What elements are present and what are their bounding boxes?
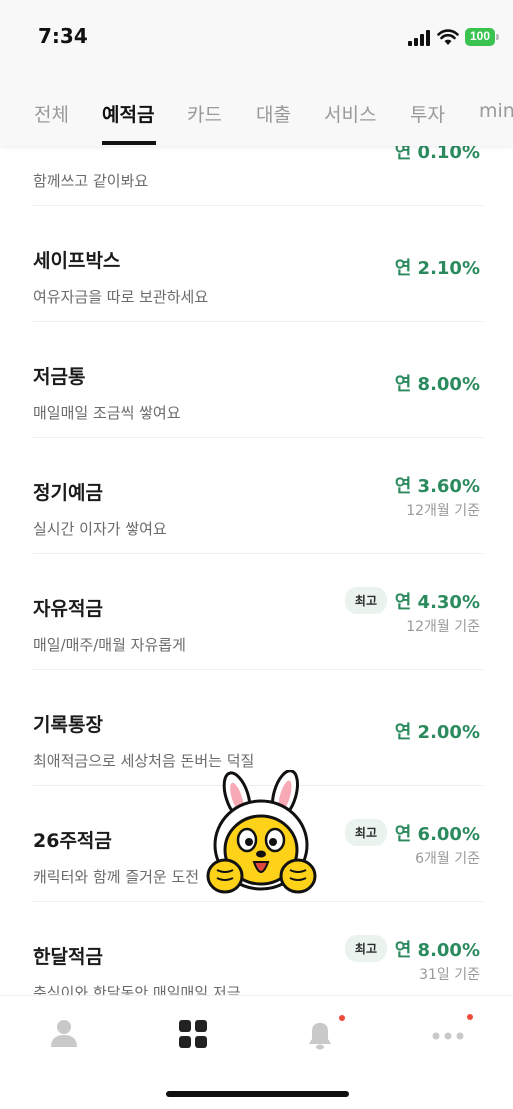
product-desc: 캐릭터와 함께 즐거운 도전 bbox=[33, 868, 200, 886]
status-time: 7:34 bbox=[38, 24, 88, 48]
product-rate-basis: 31일 기준 bbox=[419, 967, 480, 983]
product-rate: 연 6.00% bbox=[394, 824, 480, 845]
active-tab-indicator bbox=[102, 141, 156, 145]
product-desc: 여유자금을 따로 보관하세요 bbox=[33, 288, 209, 306]
category-tabs: 전체 예적금 카드 대출 서비스 투자 mini bbox=[0, 78, 513, 146]
battery-level: 100 bbox=[469, 29, 491, 43]
notification-dot bbox=[467, 1014, 473, 1020]
product-title: 한달적금 bbox=[33, 946, 103, 968]
status-bar: 7:34 100 bbox=[0, 0, 513, 78]
list-item[interactable]: 한달적금 춘식이와 한달동안 매일매일 저금 최고 연 8.00% 31일 기준 bbox=[33, 902, 483, 995]
product-title: 26주적금 bbox=[33, 830, 112, 852]
product-title: 세이프박스 bbox=[33, 250, 121, 272]
product-rate: 연 3.60% bbox=[394, 476, 480, 497]
product-desc: 춘식이와 한달동안 매일매일 저금 bbox=[33, 984, 241, 995]
product-rate: 연 2.00% bbox=[394, 722, 480, 743]
tab-card[interactable]: 카드 bbox=[187, 100, 222, 127]
product-rate-basis: 6개월 기준 bbox=[415, 851, 480, 867]
product-rate-basis: 12개월 기준 bbox=[406, 503, 480, 519]
list-item[interactable]: 세이프박스 여유자금을 따로 보관하세요 연 2.10% bbox=[33, 206, 483, 322]
product-rate: 연 2.10% bbox=[394, 258, 480, 279]
product-title: 저금통 bbox=[33, 366, 86, 388]
notification-dot bbox=[339, 1015, 345, 1021]
bell-icon[interactable] bbox=[300, 1014, 340, 1054]
grid-icon[interactable] bbox=[173, 1014, 213, 1054]
best-rate-badge: 최고 bbox=[344, 935, 387, 962]
tab-all[interactable]: 전체 bbox=[34, 100, 69, 127]
bottom-navigation bbox=[0, 995, 513, 1109]
product-title: 자유적금 bbox=[33, 598, 103, 620]
list-item[interactable]: 자유적금 매일/매주/매월 자유롭게 최고 연 4.30% 12개월 기준 bbox=[33, 554, 483, 670]
wifi-icon bbox=[437, 29, 459, 45]
cellular-signal-icon bbox=[408, 30, 430, 46]
product-title: 정기예금 bbox=[33, 482, 103, 504]
character-illustration[interactable] bbox=[205, 770, 320, 905]
tab-service[interactable]: 서비스 bbox=[324, 100, 376, 127]
product-rate: 연 8.00% bbox=[394, 940, 480, 961]
product-desc: 매일/매주/매월 자유롭게 bbox=[33, 636, 186, 654]
best-rate-badge: 최고 bbox=[344, 819, 387, 846]
product-rate-basis: 12개월 기준 bbox=[406, 619, 480, 635]
list-item[interactable]: 함께쓰고 같이봐요 연 0.10% bbox=[33, 146, 483, 206]
list-item[interactable]: 기록통장 최애적금으로 세상처음 돈버는 덕질 연 2.00% bbox=[33, 670, 483, 786]
best-rate-badge: 최고 bbox=[344, 587, 387, 614]
more-icon[interactable] bbox=[428, 1014, 468, 1054]
tab-savings[interactable]: 예적금 bbox=[102, 100, 154, 127]
product-desc: 함께쓰고 같이봐요 bbox=[33, 172, 149, 190]
tab-loan[interactable]: 대출 bbox=[256, 100, 291, 127]
tab-invest[interactable]: 투자 bbox=[410, 100, 445, 127]
product-rate: 연 8.00% bbox=[394, 374, 480, 395]
product-desc: 매일매일 조금씩 쌓여요 bbox=[33, 404, 181, 422]
tab-mini[interactable]: mini bbox=[479, 100, 513, 122]
product-rate: 연 0.10% bbox=[394, 146, 480, 163]
home-indicator[interactable] bbox=[166, 1091, 349, 1097]
battery-icon: 100 bbox=[465, 27, 499, 47]
list-item[interactable]: 정기예금 실시간 이자가 쌓여요 연 3.60% 12개월 기준 bbox=[33, 438, 483, 554]
person-icon[interactable] bbox=[44, 1014, 84, 1054]
product-desc: 실시간 이자가 쌓여요 bbox=[33, 520, 167, 538]
list-item[interactable]: 저금통 매일매일 조금씩 쌓여요 연 8.00% bbox=[33, 322, 483, 438]
product-desc: 최애적금으로 세상처음 돈버는 덕질 bbox=[33, 752, 255, 770]
product-rate: 연 4.30% bbox=[394, 592, 480, 613]
product-title: 기록통장 bbox=[33, 714, 103, 736]
